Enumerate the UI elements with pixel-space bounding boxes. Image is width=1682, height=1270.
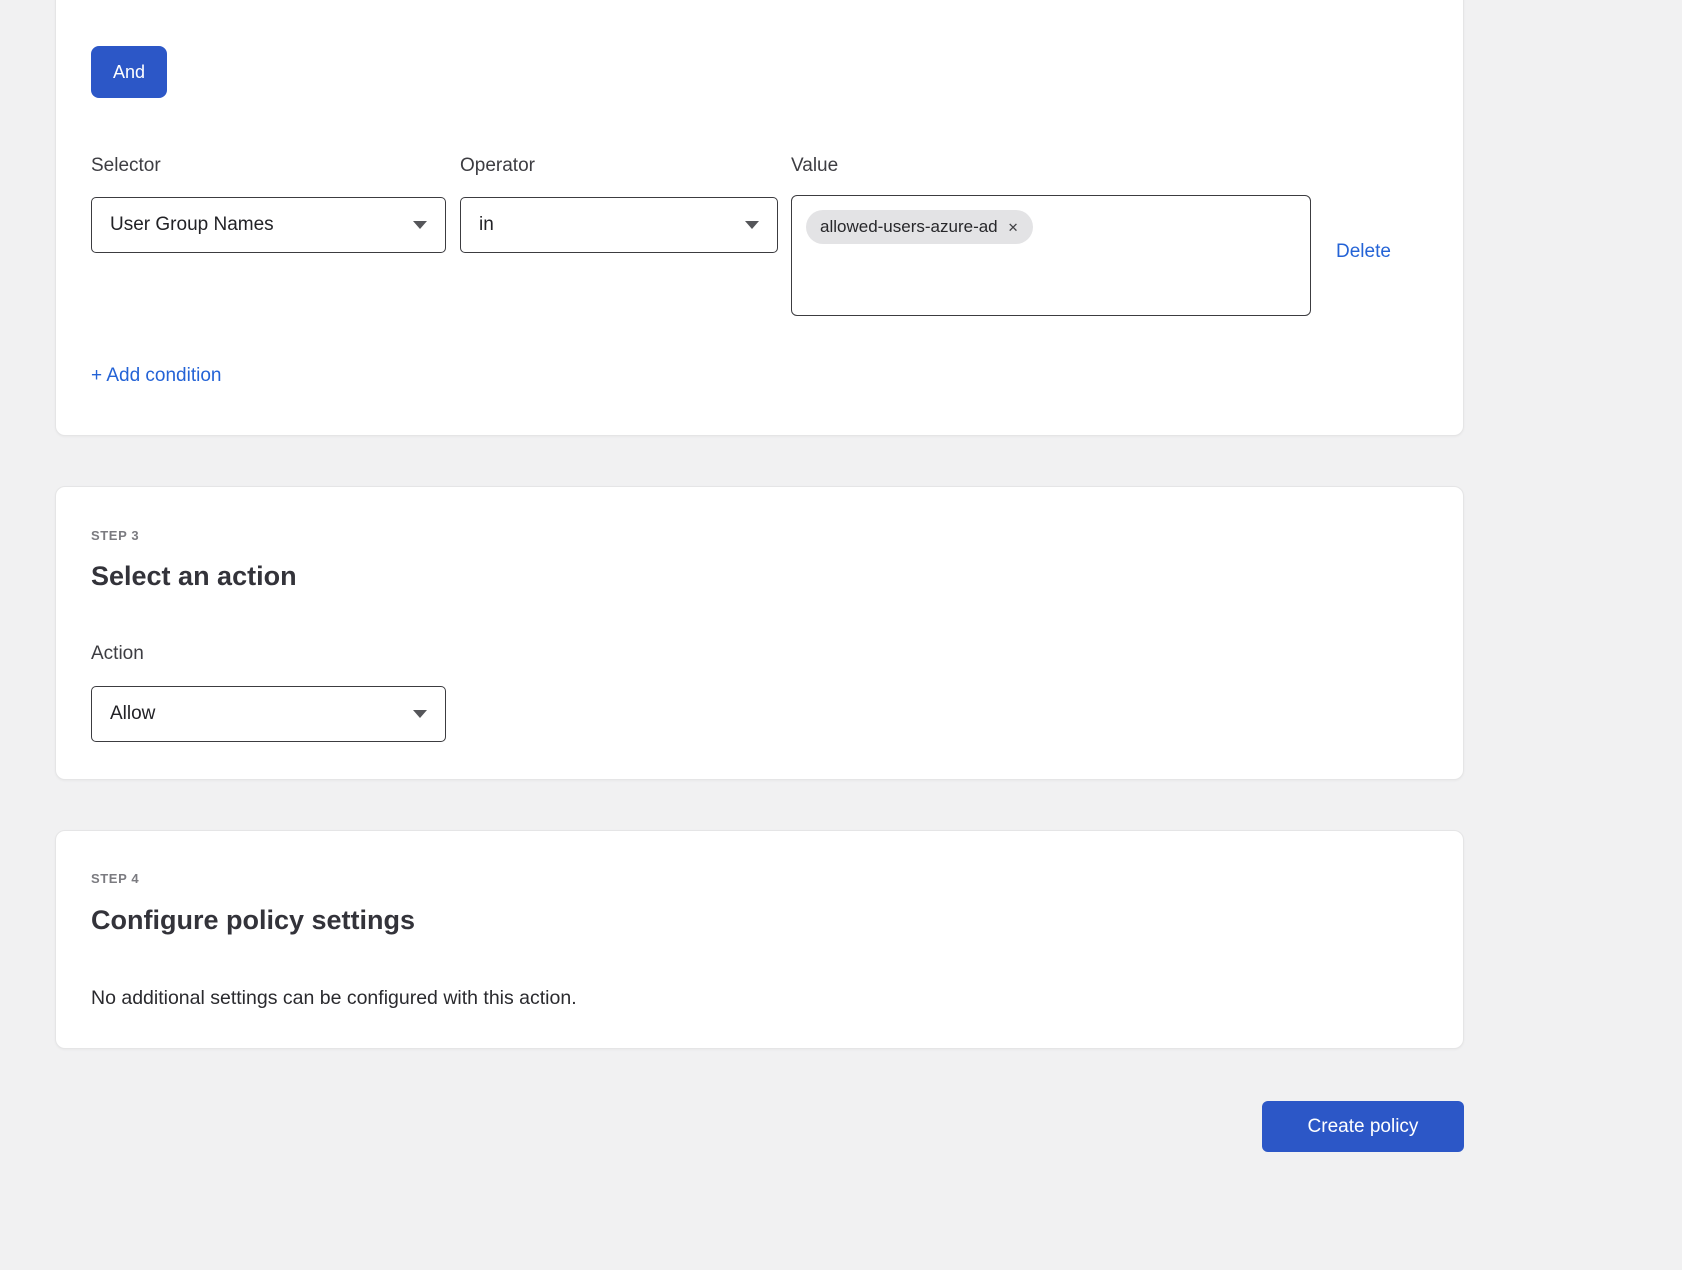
value-label: Value — [791, 155, 838, 177]
create-policy-button[interactable]: Create policy — [1262, 1101, 1464, 1152]
operator-label: Operator — [460, 155, 535, 177]
remove-tag-icon[interactable]: ✕ — [1008, 221, 1019, 234]
condition-card: And Selector Operator Value User Group N… — [55, 0, 1464, 436]
value-tag-label: allowed-users-azure-ad — [820, 217, 998, 237]
step3-label: STEP 3 — [91, 528, 139, 543]
chevron-down-icon — [745, 221, 759, 229]
selector-dropdown[interactable]: User Group Names — [91, 197, 446, 253]
step4-card: STEP 4 Configure policy settings No addi… — [55, 830, 1464, 1049]
step4-title: Configure policy settings — [91, 905, 415, 936]
chevron-down-icon — [413, 221, 427, 229]
selector-dropdown-value: User Group Names — [110, 214, 274, 236]
action-dropdown[interactable]: Allow — [91, 686, 446, 742]
value-tag: allowed-users-azure-ad ✕ — [806, 210, 1033, 244]
value-input[interactable]: allowed-users-azure-ad ✕ — [791, 195, 1311, 316]
delete-condition-button[interactable]: Delete — [1336, 241, 1391, 263]
selector-label: Selector — [91, 155, 161, 177]
action-dropdown-value: Allow — [110, 703, 155, 725]
step3-card: STEP 3 Select an action Action Allow — [55, 486, 1464, 780]
step3-title: Select an action — [91, 561, 297, 592]
chevron-down-icon — [413, 710, 427, 718]
operator-dropdown-value: in — [479, 214, 494, 236]
and-button[interactable]: And — [91, 46, 167, 98]
step4-label: STEP 4 — [91, 871, 139, 886]
action-label: Action — [91, 643, 144, 665]
step4-description: No additional settings can be configured… — [91, 987, 577, 1010]
operator-dropdown[interactable]: in — [460, 197, 778, 253]
add-condition-link[interactable]: + Add condition — [91, 365, 221, 387]
